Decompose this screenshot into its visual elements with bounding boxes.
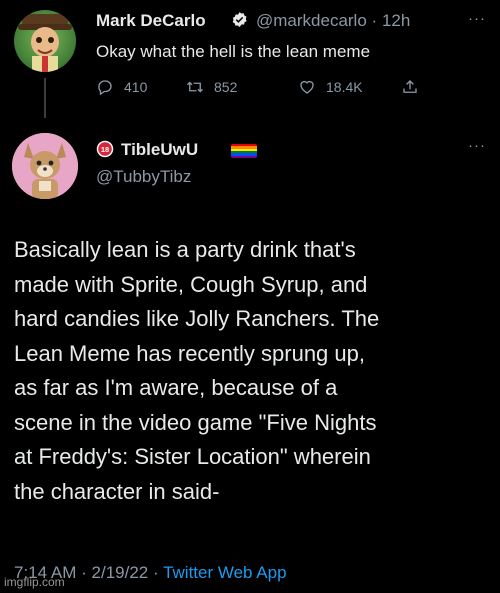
retweet-button[interactable]: 852 bbox=[186, 78, 237, 96]
author-handle[interactable]: @TubbyTibz bbox=[96, 167, 191, 187]
separator-dot: · bbox=[152, 563, 159, 582]
source-app-link[interactable]: Twitter Web App bbox=[163, 563, 286, 582]
reply-icon bbox=[98, 80, 112, 96]
like-icon bbox=[300, 80, 314, 94]
tweet-body-line: scene in the video game "Five Nights bbox=[14, 409, 377, 435]
tweet-body-line: the character in said- bbox=[14, 478, 220, 504]
parent-tweet: Mark DeCarlo @markdecarlo · 12h ··· Okay… bbox=[0, 0, 500, 120]
tweet-body-line: as far as I'm aware, because of a bbox=[14, 375, 338, 400]
age-badge-text: 18 bbox=[101, 145, 109, 154]
tweet-body: Basically lean is a party drink that's m… bbox=[14, 233, 494, 509]
reply-tweet: 18 TibleUwU @TubbyTibz ··· Basically lea… bbox=[0, 125, 500, 593]
imgflip-watermark: imgflip.com bbox=[4, 575, 65, 589]
more-options-icon[interactable]: ··· bbox=[468, 10, 486, 27]
retweet-count: 852 bbox=[214, 79, 238, 95]
tweet-actions: 410 852 18.4K bbox=[96, 78, 436, 98]
tweet-time[interactable]: 12h bbox=[382, 11, 410, 30]
separator-dot: · bbox=[371, 11, 378, 30]
like-button[interactable]: 18.4K bbox=[298, 78, 363, 96]
reply-button[interactable]: 410 bbox=[96, 78, 147, 96]
tibleuwu-avatar[interactable] bbox=[12, 133, 78, 199]
separator-dot: · bbox=[81, 563, 87, 582]
tweet-body-line: hard candies like Jolly Ranchers. The bbox=[14, 306, 380, 331]
age-18-badge-icon: 18 bbox=[96, 140, 114, 158]
author-handle-time[interactable]: @markdecarlo · 12h bbox=[256, 11, 410, 31]
retweet-icon bbox=[187, 81, 203, 93]
tweet-text: Okay what the hell is the lean meme bbox=[96, 42, 371, 61]
tweet-body-line: Basically lean is a party drink that's bbox=[14, 237, 356, 262]
verified-icon bbox=[232, 12, 247, 27]
pride-flag-icon bbox=[231, 144, 257, 158]
tweet-body-line: at Freddy's: Sister Location" wherein bbox=[14, 444, 371, 469]
author-name[interactable]: Mark DeCarlo bbox=[96, 11, 206, 31]
author-handle[interactable]: @markdecarlo bbox=[256, 11, 367, 30]
author-name[interactable]: TibleUwU bbox=[121, 140, 198, 160]
tweet-date[interactable]: 2/19/22 bbox=[92, 563, 149, 582]
flag-stripe bbox=[231, 155, 257, 158]
share-icon bbox=[403, 80, 417, 93]
more-options-icon[interactable]: ··· bbox=[468, 137, 486, 154]
reply-count: 410 bbox=[124, 79, 148, 95]
mark-decarlo-avatar[interactable] bbox=[14, 10, 76, 72]
tweet-body-line: Lean Meme has recently sprung up, bbox=[14, 340, 365, 366]
tweet-body-line: made with Sprite, Cough Syrup, and bbox=[14, 271, 368, 297]
like-count: 18.4K bbox=[326, 79, 363, 95]
thread-connector-line bbox=[44, 78, 46, 118]
share-button[interactable] bbox=[401, 78, 429, 96]
